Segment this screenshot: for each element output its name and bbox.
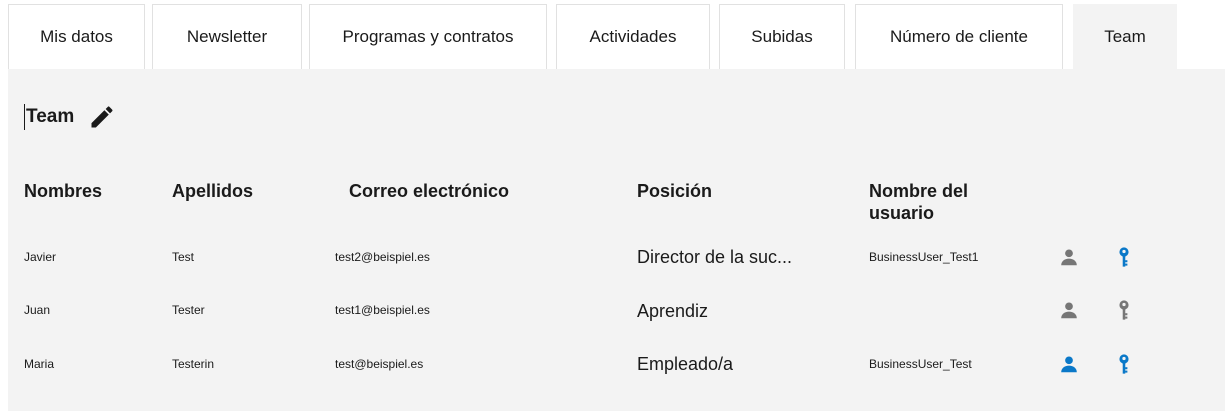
tab-team[interactable]: Team <box>1073 4 1177 69</box>
cell-position: Director de la suc... <box>637 247 793 267</box>
column-header-first-name: Nombres <box>24 181 103 201</box>
cell-last-name: Testerin <box>172 357 215 371</box>
cell-first-name: Javier <box>24 250 57 264</box>
tab-label: Actividades <box>589 27 677 46</box>
tab-label: Newsletter <box>186 27 268 46</box>
key-icon[interactable] <box>1113 353 1135 375</box>
cell-email: test@beispiel.es <box>335 357 424 371</box>
section-title: Team <box>24 104 74 130</box>
user-icon[interactable] <box>1058 246 1080 268</box>
cell-last-name: Test <box>172 250 195 264</box>
tab-bar: Mis datos Newsletter Programas y contrat… <box>0 0 1225 69</box>
cell-position: Aprendiz <box>637 301 709 321</box>
tab-label: Número de cliente <box>890 27 1028 46</box>
cell-position: Empleado/a <box>637 354 734 374</box>
column-header-last-name: Apellidos <box>172 181 254 201</box>
column-header-username-line2: usuario <box>869 203 935 223</box>
cell-username: BusinessUser_Test <box>869 357 972 371</box>
cell-last-name: Tester <box>172 303 205 317</box>
column-header-username: Nombre del usuario <box>869 180 968 224</box>
pencil-icon[interactable] <box>88 103 116 131</box>
tab-programas-contratos[interactable]: Programas y contratos <box>309 4 547 69</box>
cell-email: test1@beispiel.es <box>335 303 430 317</box>
tab-newsletter[interactable]: Newsletter <box>152 4 302 69</box>
column-header-username-line1: Nombre del <box>869 181 969 201</box>
cell-email: test2@beispiel.es <box>335 250 430 264</box>
tab-label: Programas y contratos <box>342 27 514 46</box>
cell-first-name: Juan <box>24 303 51 317</box>
tab-actividades[interactable]: Actividades <box>556 4 710 69</box>
column-header-email: Correo electrónico <box>349 181 510 201</box>
tab-label: Mis datos <box>40 27 113 46</box>
user-icon[interactable] <box>1058 353 1080 375</box>
column-header-position: Posición <box>637 181 713 201</box>
tab-numero-cliente[interactable]: Número de cliente <box>855 4 1063 69</box>
tab-label: Subidas <box>751 27 813 46</box>
cell-username: BusinessUser_Test1 <box>869 250 979 264</box>
key-icon[interactable] <box>1113 246 1135 268</box>
user-icon[interactable] <box>1058 299 1080 321</box>
tab-subidas[interactable]: Subidas <box>719 4 845 69</box>
cell-first-name: Maria <box>24 357 55 371</box>
tab-label: Team <box>1104 27 1146 46</box>
key-icon[interactable] <box>1113 299 1135 321</box>
tab-mis-datos[interactable]: Mis datos <box>8 4 145 69</box>
